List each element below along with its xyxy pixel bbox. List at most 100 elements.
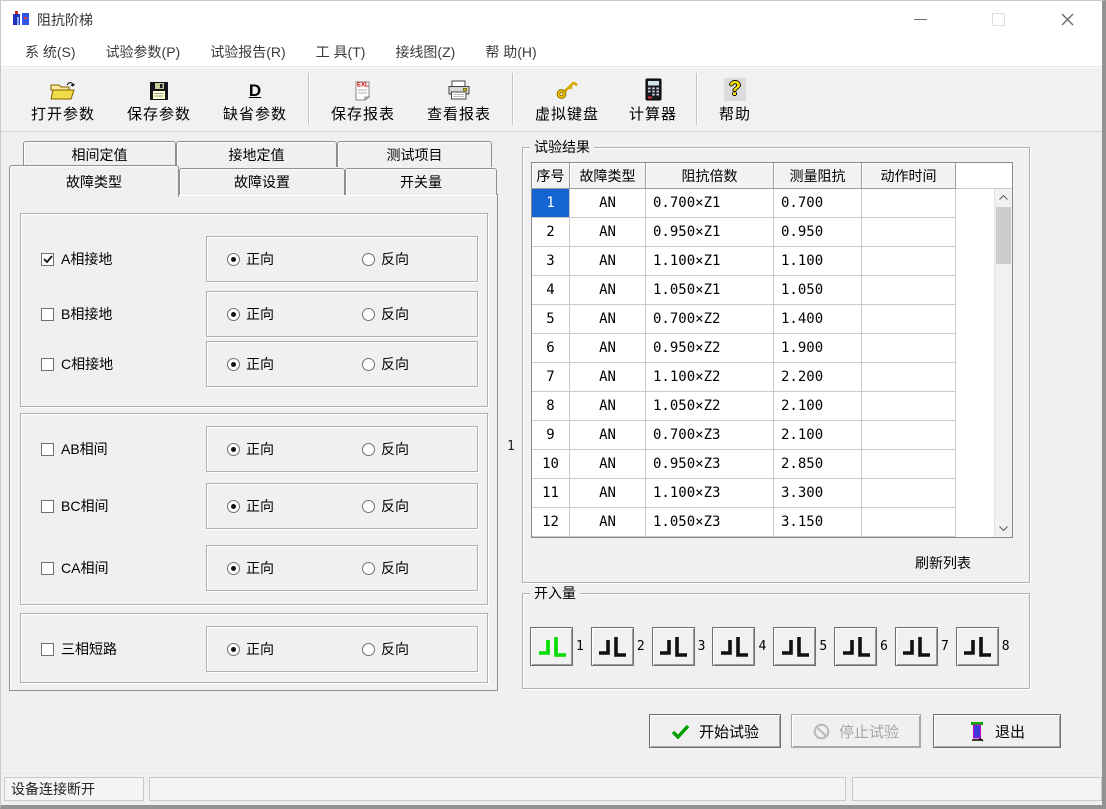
di-channel-button-6[interactable]	[834, 627, 877, 666]
checkbox-bc-phase[interactable]: BC相间	[41, 483, 108, 529]
virtual-keyboard-button[interactable]: 虚拟键盘	[519, 70, 615, 128]
table-cell[interactable]: AN	[570, 334, 646, 363]
table-cell[interactable]: 1.050×Z1	[646, 276, 774, 305]
table-cell[interactable]: 7	[532, 363, 570, 392]
help-button[interactable]: ?帮助	[703, 70, 767, 128]
open-params-button[interactable]: 打开参数	[15, 70, 111, 128]
tab-fault-type[interactable]: 故障类型	[9, 165, 179, 197]
radio-reverse-a-ground[interactable]: 反向	[362, 237, 409, 281]
table-cell[interactable]: 1.100×Z1	[646, 247, 774, 276]
di-channel-button-5[interactable]	[773, 627, 816, 666]
table-cell[interactable]: AN	[570, 392, 646, 421]
radio-forward-a-ground[interactable]: 正向	[227, 237, 274, 281]
table-cell[interactable]: 3.150	[774, 508, 862, 537]
table-cell[interactable]: 2	[532, 218, 570, 247]
maximize-button[interactable]	[975, 1, 1021, 37]
table-cell[interactable]: 8	[532, 392, 570, 421]
start-test-button[interactable]: 开始试验	[649, 714, 781, 748]
table-cell[interactable]: 0.700×Z3	[646, 421, 774, 450]
table-cell[interactable]: AN	[570, 276, 646, 305]
tab-fault-config[interactable]: 故障设置	[179, 168, 345, 195]
di-channel-button-1[interactable]	[530, 627, 573, 666]
table-row[interactable]: 4AN1.050×Z11.050	[532, 276, 994, 305]
table-cell[interactable]: 2.100	[774, 421, 862, 450]
table-cell[interactable]: AN	[570, 363, 646, 392]
table-cell[interactable]: 1.050×Z3	[646, 508, 774, 537]
table-cell[interactable]: 1.100×Z3	[646, 479, 774, 508]
table-cell[interactable]: 3.300	[774, 479, 862, 508]
radio-reverse-bc-phase[interactable]: 反向	[362, 484, 409, 528]
table-cell[interactable]: AN	[570, 479, 646, 508]
table-cell[interactable]: 1.050	[774, 276, 862, 305]
table-cell[interactable]	[862, 479, 956, 508]
table-cell[interactable]: AN	[570, 189, 646, 218]
table-cell[interactable]: 11	[532, 479, 570, 508]
table-cell[interactable]: 1.100	[774, 247, 862, 276]
table-cell[interactable]: 2.850	[774, 450, 862, 479]
table-cell[interactable]: 4	[532, 276, 570, 305]
checkbox-b-ground[interactable]: B相接地	[41, 291, 112, 337]
table-cell[interactable]: 0.950×Z3	[646, 450, 774, 479]
table-cell[interactable]: 6	[532, 334, 570, 363]
table-cell[interactable]: 1.050×Z2	[646, 392, 774, 421]
table-cell[interactable]: AN	[570, 218, 646, 247]
di-channel-button-7[interactable]	[895, 627, 938, 666]
table-row[interactable]: 2AN0.950×Z10.950	[532, 218, 994, 247]
table-cell[interactable]	[862, 421, 956, 450]
table-cell[interactable]: 0.700×Z1	[646, 189, 774, 218]
table-row[interactable]: 12AN1.050×Z33.150	[532, 508, 994, 537]
table-cell[interactable]: 2.200	[774, 363, 862, 392]
radio-forward-ab-phase[interactable]: 正向	[227, 427, 274, 471]
table-cell[interactable]	[862, 189, 956, 218]
scroll-up-button[interactable]	[995, 189, 1012, 206]
table-row[interactable]: 11AN1.100×Z33.300	[532, 479, 994, 508]
table-cell[interactable]	[862, 363, 956, 392]
radio-reverse-ca-phase[interactable]: 反向	[362, 546, 409, 590]
table-cell[interactable]: 0.950×Z2	[646, 334, 774, 363]
checkbox-ab-phase[interactable]: AB相间	[41, 426, 108, 472]
vertical-scrollbar[interactable]	[994, 189, 1012, 537]
table-row[interactable]: 8AN1.050×Z22.100	[532, 392, 994, 421]
column-header-3[interactable]: 阻抗倍数	[646, 163, 774, 189]
radio-forward-three-phase[interactable]: 正向	[227, 627, 274, 671]
table-cell[interactable]: AN	[570, 421, 646, 450]
table-row[interactable]: 7AN1.100×Z22.200	[532, 363, 994, 392]
menu-item-3[interactable]: 试验报告(R)	[210, 42, 285, 62]
table-cell[interactable]: 2.100	[774, 392, 862, 421]
tab-phase-setvalue[interactable]: 相间定值	[23, 141, 176, 167]
table-row[interactable]: 10AN0.950×Z32.850	[532, 450, 994, 479]
table-cell[interactable]	[862, 450, 956, 479]
calculator-button[interactable]: 计算器	[615, 70, 691, 128]
table-cell[interactable]: 10	[532, 450, 570, 479]
radio-reverse-three-phase[interactable]: 反向	[362, 627, 409, 671]
column-header-1[interactable]: 序号	[532, 163, 570, 189]
exit-button[interactable]: 退出	[933, 714, 1061, 748]
minimize-button[interactable]	[897, 1, 943, 37]
table-cell[interactable]: AN	[570, 508, 646, 537]
menu-item-6[interactable]: 帮 助(H)	[485, 42, 536, 62]
table-cell[interactable]: 12	[532, 508, 570, 537]
column-header-4[interactable]: 测量阻抗	[774, 163, 862, 189]
table-cell[interactable]	[862, 247, 956, 276]
save-params-button[interactable]: 保存参数	[111, 70, 207, 128]
table-cell[interactable]	[862, 392, 956, 421]
radio-forward-b-ground[interactable]: 正向	[227, 292, 274, 336]
scrollbar-track[interactable]	[995, 264, 1012, 520]
table-cell[interactable]: AN	[570, 247, 646, 276]
table-row[interactable]: 5AN0.700×Z21.400	[532, 305, 994, 334]
table-cell[interactable]: 1	[532, 189, 570, 218]
refresh-list-link[interactable]: 刷新列表	[915, 553, 971, 573]
radio-reverse-c-ground[interactable]: 反向	[362, 342, 409, 386]
menu-item-5[interactable]: 接线图(Z)	[395, 42, 455, 62]
table-cell[interactable]	[862, 334, 956, 363]
table-cell[interactable]: AN	[570, 450, 646, 479]
checkbox-a-ground[interactable]: A相接地	[41, 236, 112, 282]
table-row[interactable]: 1AN0.700×Z10.700	[532, 189, 994, 218]
table-row[interactable]: 3AN1.100×Z11.100	[532, 247, 994, 276]
scroll-down-button[interactable]	[995, 520, 1012, 537]
table-cell[interactable]: 1.900	[774, 334, 862, 363]
table-cell[interactable]: 1.400	[774, 305, 862, 334]
checkbox-c-ground[interactable]: C相接地	[41, 341, 113, 387]
column-header-2[interactable]: 故障类型	[570, 163, 646, 189]
view-report-button[interactable]: 查看报表	[411, 70, 507, 128]
